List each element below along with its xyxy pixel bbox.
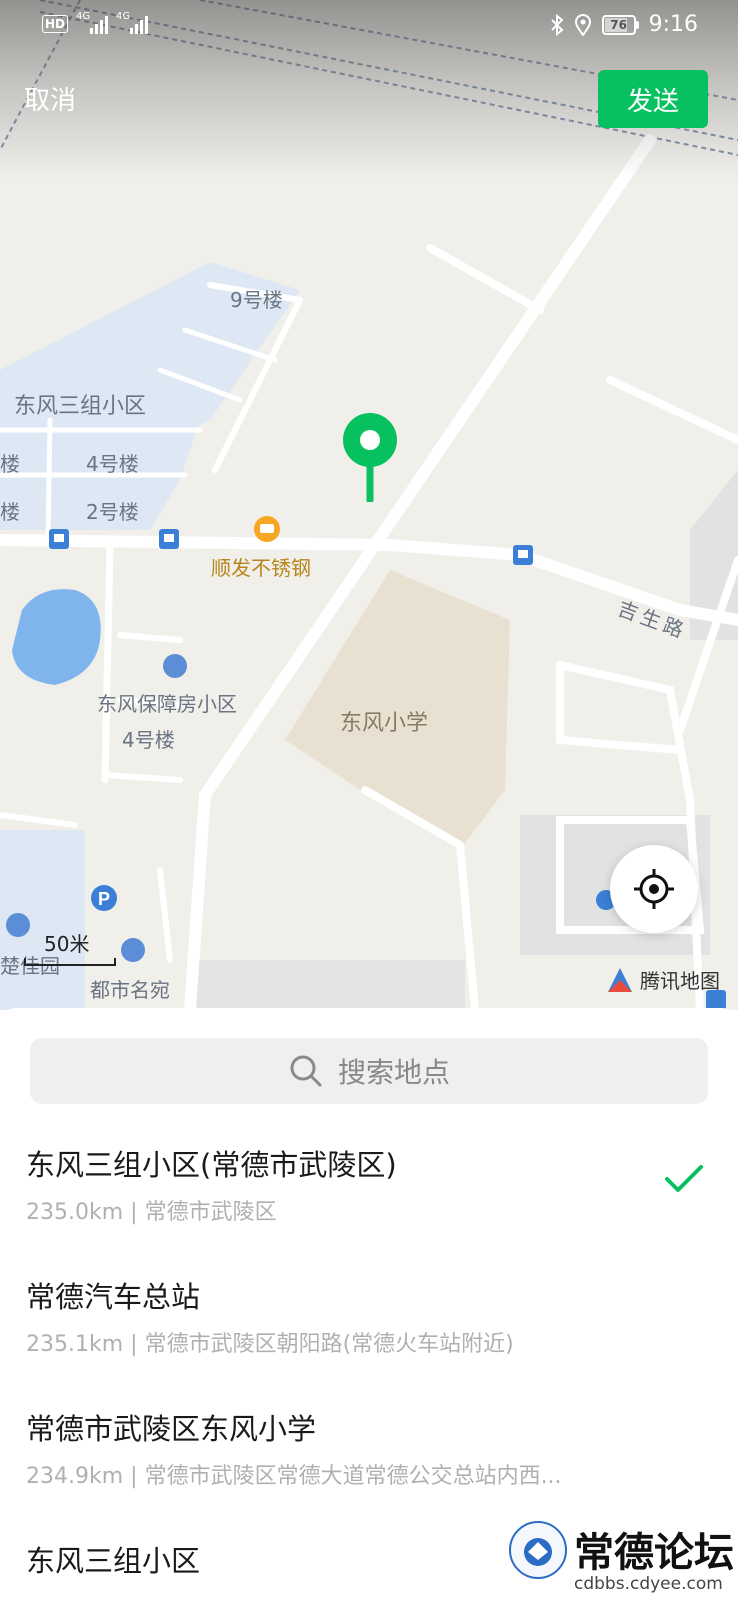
- send-button[interactable]: 发送: [598, 70, 708, 128]
- my-location-button[interactable]: [610, 845, 698, 933]
- map-label-lou-a: 楼: [0, 452, 20, 476]
- place-title: 东风三组小区: [26, 1544, 201, 1578]
- place-item[interactable]: 常德市武陵区东风小学 234.9km | 常德市武陵区常德大道常德公交总站内西.…: [0, 1386, 738, 1518]
- tencent-map-logo-icon: [608, 967, 632, 992]
- map-scale: 50米: [24, 928, 116, 966]
- place-sheet: 搜索地点 东风三组小区(常德市武陵区) 235.0km | 常德市武陵区 常德汽…: [0, 1008, 738, 1600]
- place-item[interactable]: 常德汽车总站 235.1km | 常德市武陵区朝阳路(常德火车站附近): [0, 1254, 738, 1386]
- map-label-building-4: 4号楼: [86, 452, 139, 476]
- map-label-lou-b: 楼: [0, 500, 20, 524]
- crosshair-icon: [634, 869, 674, 909]
- place-subtitle: 235.0km | 常德市武陵区: [26, 1200, 277, 1225]
- battery-icon: 76: [601, 14, 639, 35]
- place-subtitle: 234.9km | 常德市武陵区常德大道常德公交总站内西...: [26, 1464, 562, 1489]
- map-label-building-4b: 4号楼: [122, 728, 175, 752]
- bluetooth-icon: [550, 13, 564, 36]
- map-view[interactable]: P 9号楼 东风三组小区 楼 4号楼 楼 2号楼 顺发不锈钢 吉生路 东风保障房…: [0, 0, 738, 1010]
- map-label-dongfeng-san: 东风三组小区: [14, 394, 147, 419]
- map-label-building-9: 9号楼: [230, 288, 283, 312]
- location-pin-icon: [343, 413, 397, 502]
- forum-watermark: 常德论坛 cdbbs.cdyee.com: [508, 1520, 734, 1600]
- map-label-shunfa[interactable]: 顺发不锈钢: [211, 552, 311, 581]
- signal-icon-2: 4G: [116, 11, 149, 34]
- search-placeholder: 搜索地点: [337, 1056, 450, 1089]
- map-label-dongfeng-baozhang[interactable]: 东风保障房小区: [97, 688, 237, 717]
- forum-logo-icon: [509, 1521, 567, 1579]
- search-icon: [290, 1055, 322, 1087]
- map-label-dushi[interactable]: 都市名宛: [90, 974, 170, 1003]
- cancel-button[interactable]: 取消: [24, 80, 76, 117]
- place-item[interactable]: 东风三组小区(常德市武陵区) 235.0km | 常德市武陵区: [0, 1122, 738, 1254]
- place-title: 常德汽车总站: [26, 1280, 201, 1314]
- place-title: 东风三组小区(常德市武陵区): [26, 1148, 397, 1182]
- place-subtitle: 235.1km | 常德市武陵区朝阳路(常德火车站附近): [26, 1332, 514, 1357]
- location-icon: [574, 13, 591, 36]
- signal-icon: 4G: [76, 11, 109, 34]
- search-bar[interactable]: 搜索地点: [30, 1038, 708, 1104]
- status-time: 9:16: [648, 12, 698, 37]
- watermark-name: 常德论坛: [574, 1529, 734, 1576]
- map-label-building-2: 2号楼: [86, 500, 139, 524]
- check-icon: [665, 1165, 703, 1192]
- map-label-dongfeng-school[interactable]: 东风小学: [340, 705, 428, 737]
- watermark-url: cdbbs.cdyee.com: [574, 1574, 723, 1594]
- status-bar: HD 4G 4G 76 9:16: [0, 0, 738, 56]
- svg-text:P: P: [98, 889, 110, 909]
- hd-badge: HD: [42, 15, 69, 33]
- map-provider: 腾讯地图: [606, 965, 720, 994]
- place-title: 常德市武陵区东风小学: [26, 1412, 317, 1446]
